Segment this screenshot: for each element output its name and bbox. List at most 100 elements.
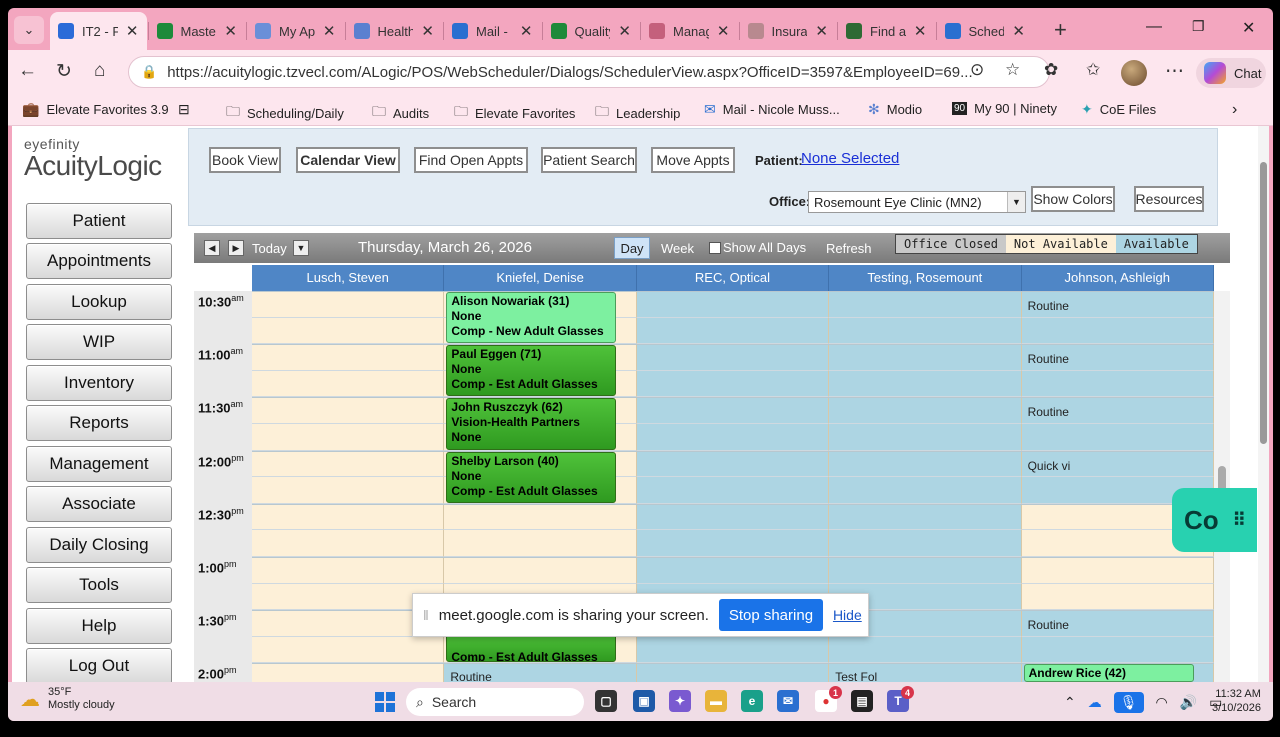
time-slot[interactable] bbox=[636, 317, 830, 345]
show-colors-button[interactable]: Show Colors bbox=[1031, 186, 1115, 212]
time-slot[interactable] bbox=[444, 530, 637, 557]
bookmark-elevate-39[interactable]: 💼 Elevate Favorites 3.9 bbox=[22, 101, 169, 118]
tab-9[interactable]: Schedu ✕ bbox=[937, 12, 1034, 50]
tab-1[interactable]: Master ✕ bbox=[149, 12, 246, 50]
weather-widget[interactable]: ☁ 35°F Mostly cloudy bbox=[20, 686, 115, 712]
bookmark-audits[interactable]: 🗀 Audits bbox=[372, 101, 429, 125]
more-icon[interactable]: ⋯ bbox=[1165, 60, 1184, 83]
close-tab-icon[interactable]: ✕ bbox=[618, 22, 631, 40]
appointment-block[interactable]: John Ruszczyk (62) Vision-Health Partners… bbox=[446, 398, 617, 450]
time-slot[interactable] bbox=[829, 291, 1022, 318]
time-slot[interactable] bbox=[252, 530, 445, 557]
time-slot[interactable] bbox=[1021, 557, 1214, 584]
time-slot[interactable] bbox=[252, 503, 445, 531]
time-slot[interactable] bbox=[636, 636, 830, 664]
nav-tools-button[interactable]: Tools bbox=[26, 567, 172, 603]
time-slot[interactable] bbox=[829, 370, 1022, 398]
time-slot[interactable] bbox=[1021, 317, 1214, 345]
minimize-button[interactable]: — bbox=[1146, 18, 1162, 36]
time-slot[interactable] bbox=[252, 636, 445, 664]
bookmark-modio[interactable]: ✻ Modio bbox=[868, 101, 922, 118]
time-slot[interactable] bbox=[636, 557, 830, 584]
appointment-block[interactable]: Paul Eggen (71) None Comp - Est Adult Glas… bbox=[446, 345, 617, 397]
prev-day-button[interactable]: ◀ bbox=[204, 240, 220, 256]
time-slot[interactable] bbox=[829, 503, 1022, 531]
reader-icon[interactable]: ⊙ bbox=[970, 60, 984, 80]
nav-management-button[interactable]: Management bbox=[26, 446, 172, 482]
extensions-icon[interactable]: ✿ bbox=[1044, 60, 1058, 80]
close-tab-icon[interactable]: ✕ bbox=[520, 22, 533, 40]
task-view-icon[interactable]: ▢ bbox=[595, 690, 617, 712]
outlook-icon[interactable]: ✉ bbox=[777, 690, 799, 712]
slot-note[interactable]: Routine bbox=[450, 670, 491, 682]
volume-icon[interactable]: 🔊 bbox=[1180, 694, 1197, 711]
time-slot[interactable] bbox=[636, 530, 830, 557]
time-slot[interactable] bbox=[252, 317, 445, 345]
time-slot[interactable] bbox=[444, 503, 637, 531]
bookmark-scheduling[interactable]: 🗀 Scheduling/Daily bbox=[226, 101, 344, 125]
favorite-star-icon[interactable]: ☆ bbox=[1005, 60, 1020, 80]
home-icon[interactable]: ⌂ bbox=[94, 60, 105, 82]
slot-note[interactable]: Quick vi bbox=[1028, 459, 1071, 473]
nav-reports-button[interactable]: Reports bbox=[26, 405, 172, 441]
today-button[interactable]: Today bbox=[252, 241, 287, 256]
co-widget[interactable]: Co ⠿ bbox=[1172, 488, 1257, 552]
close-tab-icon[interactable]: ✕ bbox=[224, 22, 237, 40]
time-slot[interactable] bbox=[636, 477, 830, 504]
date-dropdown-button[interactable]: ▼ bbox=[293, 240, 309, 256]
slot-note[interactable]: Routine bbox=[1028, 405, 1069, 419]
nav-log-out-button[interactable]: Log Out bbox=[26, 648, 172, 682]
taskbar-search[interactable]: ⌕ Search bbox=[406, 688, 584, 716]
day-view-button[interactable]: Day bbox=[614, 237, 650, 259]
time-slot[interactable] bbox=[252, 397, 445, 424]
back-button[interactable]: ← bbox=[18, 60, 37, 82]
appointment-block[interactable]: Alison Nowariak (31) None Comp - New Adult… bbox=[446, 292, 617, 344]
sticky-notes-icon[interactable]: ▤ bbox=[851, 690, 873, 712]
close-tab-icon[interactable]: ✕ bbox=[1012, 22, 1025, 40]
time-slot[interactable] bbox=[636, 503, 830, 531]
slot-note[interactable]: Routine bbox=[1028, 352, 1069, 366]
slot-note[interactable]: Routine bbox=[1028, 618, 1069, 632]
restore-button[interactable]: ❐ bbox=[1192, 18, 1205, 35]
time-slot[interactable] bbox=[829, 344, 1022, 371]
file-explorer-icon[interactable]: ▬ bbox=[705, 690, 727, 712]
time-slot[interactable] bbox=[636, 397, 830, 424]
refresh-button[interactable]: ↻ bbox=[56, 60, 72, 83]
time-slot[interactable] bbox=[636, 663, 830, 682]
page-scrollbar[interactable] bbox=[1258, 126, 1269, 682]
clock[interactable]: 11:32 AM 3/10/2026 bbox=[1212, 687, 1261, 715]
tab-2[interactable]: My App ✕ bbox=[247, 12, 344, 50]
time-slot[interactable] bbox=[636, 344, 830, 371]
tab-0[interactable]: IT2 - PO ✕ bbox=[50, 12, 147, 50]
time-slot[interactable] bbox=[252, 424, 445, 451]
nav-inventory-button[interactable]: Inventory bbox=[26, 365, 172, 401]
close-tab-icon[interactable]: ✕ bbox=[126, 22, 139, 40]
time-slot[interactable] bbox=[636, 370, 830, 398]
time-slot[interactable] bbox=[829, 477, 1022, 504]
bookmark-elevate[interactable]: 🗀 Elevate Favorites bbox=[454, 101, 575, 125]
time-slot[interactable] bbox=[252, 344, 445, 371]
tab-8[interactable]: Find a ✕ bbox=[838, 12, 935, 50]
profile-avatar[interactable] bbox=[1121, 60, 1147, 86]
time-slot[interactable] bbox=[252, 663, 445, 682]
time-slot[interactable] bbox=[1021, 370, 1214, 398]
slot-note[interactable]: Test Fol bbox=[835, 670, 877, 682]
close-tab-icon[interactable]: ✕ bbox=[323, 22, 336, 40]
nav-associate-button[interactable]: Associate bbox=[26, 486, 172, 522]
refresh-link[interactable]: Refresh bbox=[826, 241, 872, 256]
close-tab-icon[interactable]: ✕ bbox=[914, 22, 927, 40]
resources-button[interactable]: Resources bbox=[1134, 186, 1204, 212]
time-slot[interactable] bbox=[829, 636, 1022, 664]
time-slot[interactable] bbox=[829, 317, 1022, 345]
time-slot[interactable] bbox=[1021, 636, 1214, 664]
tab-actions-button[interactable]: ⌄ bbox=[14, 16, 44, 44]
favorites-icon[interactable]: ✩ bbox=[1086, 60, 1100, 80]
url-field[interactable]: 🔒 https://acuitylogic.tzvecl.com/ALogic/… bbox=[128, 56, 1050, 88]
book-view-button[interactable]: Book View bbox=[209, 147, 281, 173]
time-slot[interactable] bbox=[252, 291, 445, 318]
bookmark-mail[interactable]: ✉ Mail - Nicole Muss... bbox=[704, 101, 840, 118]
wifi-icon[interactable]: ◠ bbox=[1156, 694, 1168, 711]
close-tab-icon[interactable]: ✕ bbox=[815, 22, 828, 40]
store-icon[interactable]: ▣ bbox=[633, 690, 655, 712]
time-slot[interactable] bbox=[636, 450, 830, 478]
